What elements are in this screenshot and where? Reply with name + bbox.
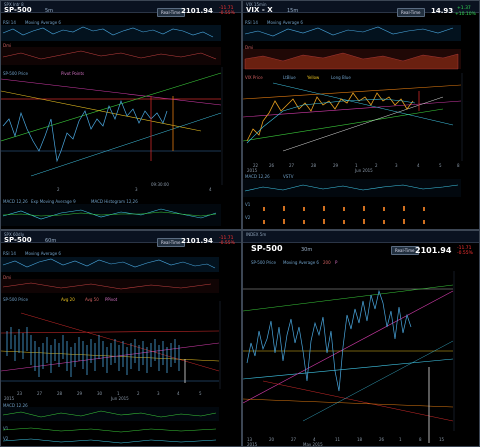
x-tick-0: 23 <box>17 391 23 396</box>
time-stamp: 09:30:00 <box>151 182 169 187</box>
macd-pane <box>1 407 219 421</box>
pink-trend-line <box>1 342 220 372</box>
x-month-label: Jun 2015 <box>111 396 129 401</box>
x-tick-2: 27 <box>289 163 295 168</box>
x-tick-9: 5 <box>439 163 442 168</box>
x-month-label: May 2015 <box>303 442 323 447</box>
x-tick-1: 26 <box>269 163 275 168</box>
chart-panel-vix-15m[interactable]: VIX 15min VIX - X 15m Real-Time 14.93 +1… <box>242 0 480 230</box>
x-tick-9: 15 <box>439 437 445 442</box>
x-tick-6: 2 <box>375 163 378 168</box>
chart-plot-vix-15m[interactable] <box>243 1 480 230</box>
avg20-line <box>1 350 220 362</box>
x-tick-5: 18 <box>357 437 363 442</box>
chart-panel-spx-5m[interactable]: SPX Intr 8 SP-500 5m Real-Time 2101.94 -… <box>0 0 242 230</box>
chart-plot-spx-5m[interactable] <box>1 1 242 230</box>
x-tick-8: 8 <box>419 437 422 442</box>
v1-line <box>2 427 217 433</box>
chart-plot-spx-60m[interactable] <box>1 231 242 447</box>
v2-histogram <box>263 219 425 224</box>
x-tick-7: 3 <box>157 391 160 396</box>
x-tick-0: 2 <box>57 187 60 192</box>
avg50-line <box>1 330 220 334</box>
pink-trend-line <box>243 100 462 118</box>
x-tick-4: 11 <box>335 437 341 442</box>
x-tick-7: 3 <box>395 163 398 168</box>
x-year-label: 2015 <box>247 442 258 447</box>
cyan-trend-line <box>272 82 454 126</box>
x-tick-2: 4 <box>209 187 212 192</box>
x-tick-3: 29 <box>77 391 83 396</box>
cyan-trend-line <box>243 358 454 380</box>
x-year-label: 2015 <box>247 168 258 173</box>
x-tick-1: 20 <box>269 437 275 442</box>
chart-plot-spx-30m[interactable] <box>243 231 480 447</box>
chart-panel-spx-60m[interactable]: SPX 60dly SP-500 60m Real-Time 2101.94 -… <box>0 230 242 447</box>
orange-trend-line <box>243 398 454 408</box>
price-line <box>2 99 168 163</box>
x-tick-8: 4 <box>417 163 420 168</box>
price-bars <box>6 327 180 377</box>
x-tick-6: 26 <box>379 437 385 442</box>
cyan-trend-line <box>30 112 222 177</box>
x-tick-1: 27 <box>37 391 43 396</box>
x-year-label: 2015 <box>4 396 15 401</box>
chart-panel-spx-30m[interactable]: INDEX 5m SP-500 30m Real-Time 2101.94 -1… <box>242 230 480 447</box>
green-trend-line <box>243 108 444 142</box>
x-tick-4: 30 <box>97 391 103 396</box>
v1-histogram <box>263 206 425 211</box>
v2-line <box>2 438 217 444</box>
x-tick-10: 8 <box>457 163 460 168</box>
dmi-pane <box>1 47 221 65</box>
x-tick-3: 28 <box>311 163 317 168</box>
x-month-label: Jun 2015 <box>355 168 373 173</box>
x-tick-9: 5 <box>199 391 202 396</box>
x-tick-8: 4 <box>177 391 180 396</box>
x-tick-1: 3 <box>135 187 138 192</box>
lower-channel-line <box>302 340 454 422</box>
price-line <box>246 92 414 142</box>
orange-trend-line <box>243 84 462 100</box>
dmi-pane <box>1 279 219 293</box>
x-tick-7: 1 <box>399 437 402 442</box>
x-tick-2: 28 <box>57 391 63 396</box>
rsi-pane <box>243 25 461 41</box>
x-tick-6: 2 <box>137 391 140 396</box>
x-tick-4: 29 <box>333 163 339 168</box>
x-tick-2: 27 <box>291 437 297 442</box>
yellow-trend-line <box>1 90 202 132</box>
